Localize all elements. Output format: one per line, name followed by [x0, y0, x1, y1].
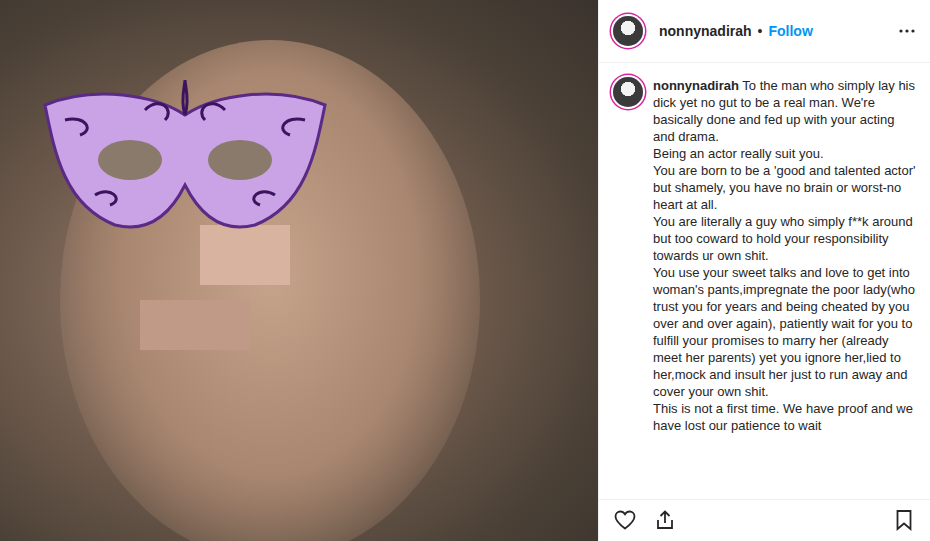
share-icon[interactable]	[653, 508, 677, 532]
pixelation	[200, 225, 290, 285]
bookmark-icon[interactable]	[892, 508, 916, 532]
username[interactable]: nonnynadirah	[659, 23, 752, 39]
avatar-icon[interactable]	[613, 16, 643, 46]
post-photo	[0, 0, 598, 541]
post-sidebar: nonnynadirah • Follow nonnynadirah To the m…	[598, 0, 930, 541]
caption-area: nonnynadirah To the man who simply lay h…	[599, 63, 930, 499]
action-bar	[599, 499, 930, 541]
caption-text: nonnynadirah To the man who simply lay h…	[653, 77, 918, 434]
avatar-icon[interactable]	[613, 77, 643, 107]
separator: •	[758, 23, 763, 39]
instagram-post: nonnynadirah • Follow nonnynadirah To the m…	[0, 0, 930, 541]
caption-username[interactable]: nonnynadirah	[653, 78, 739, 93]
pixelation	[140, 300, 250, 350]
follow-button[interactable]: Follow	[768, 23, 812, 39]
more-options-icon[interactable]	[898, 28, 916, 34]
masquerade-mask-icon	[35, 75, 335, 245]
heart-icon[interactable]	[613, 508, 637, 532]
post-header: nonnynadirah • Follow	[599, 0, 930, 63]
